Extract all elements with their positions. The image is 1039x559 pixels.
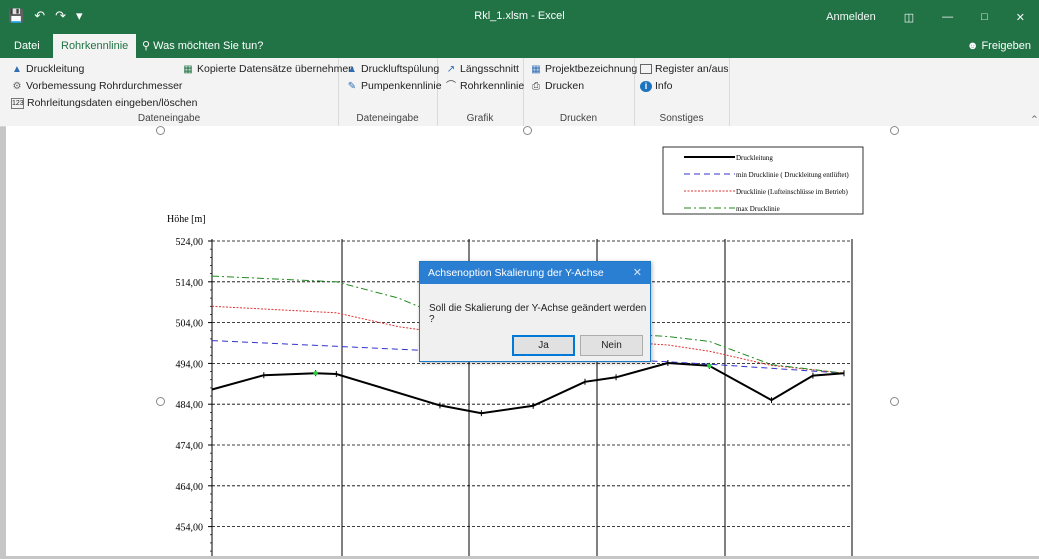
table-icon: ▦	[183, 63, 193, 75]
group-label-grafik: Grafik	[466, 113, 494, 124]
share-button[interactable]: ☻ Freigeben	[967, 34, 1031, 58]
yes-button[interactable]: Ja	[512, 335, 575, 356]
group-label-dateneingabe-2: Dateneingabe	[356, 113, 419, 124]
info-button[interactable]: i Info	[640, 80, 673, 92]
dialog-close-icon[interactable]: ✕	[633, 262, 642, 284]
legend-label: min Drucklinie ( Druckleitung entlüftet)	[736, 171, 849, 179]
y-tick-label: 504,00	[176, 319, 204, 330]
close-icon[interactable]: ✕	[1002, 11, 1039, 24]
druckluft-label: Druckluftspülung	[361, 63, 440, 75]
druckluftspuelung-button[interactable]: ▲ Druckluftspülung	[346, 63, 439, 75]
resize-handle-top-left[interactable]	[156, 126, 165, 135]
ribbon: ▲ Druckleitung ⚙ Vorbemessung Rohrdurchmes…	[0, 58, 1039, 127]
curve-icon: ⌒	[446, 80, 456, 92]
numbers-icon: 123	[11, 97, 24, 109]
line-chart-icon: ↗	[446, 63, 456, 75]
flask-icon: ▲	[347, 63, 357, 75]
projektbezeichnung-button[interactable]: ▦ Projektbezeichnung	[530, 63, 637, 75]
laengsschnitt-button[interactable]: ↗ Längsschnitt	[445, 63, 519, 75]
series-line	[211, 361, 845, 415]
title-bar: 💾 ↶ ↷ ▾ Rkl_1.xlsm - Excel Anmelden ◫ — …	[0, 0, 1039, 34]
group-drucken: ▦ Projektbezeichnung ⎙ Drucken Drucken	[523, 58, 637, 126]
kopierte-label: Kopierte Datensätze übernehmen	[197, 63, 355, 75]
tell-me-text: Was möchten Sie tun?	[153, 40, 264, 52]
group-label-drucken: Drucken	[559, 113, 598, 124]
y-tick-label: 474,00	[176, 441, 204, 452]
druckleitung-button[interactable]: ▲ Druckleitung	[11, 63, 84, 75]
group-dateneingabe-2: ▲ Druckluftspülung ✎ Pumpenkennlinie Daten…	[338, 58, 442, 126]
chart-legend: Druckleitung min Drucklinie ( Druckleitun…	[662, 146, 864, 215]
share-label: Freigeben	[981, 40, 1031, 52]
rohrkenn-label: Rohrkennlinie	[460, 80, 525, 92]
highlight-point	[313, 370, 318, 376]
y-axis-scaling-dialog: Achsenoption Skalierung der Y-Achse ✕ So…	[419, 261, 651, 362]
legend-label: max Drucklinie	[736, 205, 780, 213]
printer-icon: ⎙	[532, 80, 540, 92]
resize-handle-top-center[interactable]	[523, 126, 532, 135]
info-label: Info	[655, 80, 673, 92]
dialog-message: Soll die Skalierung der Y-Achse geändert…	[429, 303, 647, 325]
document-chart-icon: ▦	[531, 63, 541, 75]
highlight-point	[707, 363, 712, 369]
pumpenkennlinie-button[interactable]: ✎ Pumpenkennlinie	[346, 80, 442, 92]
group-label-dateneingabe-1: Dateneingabe	[137, 113, 201, 124]
legend-label: Drucklinie (Lufteinschlüsse im Betrieb)	[736, 188, 848, 196]
vorbemessung-label: Vorbemessung Rohrdurchmesser	[26, 80, 183, 92]
no-button[interactable]: Nein	[580, 335, 643, 356]
resize-handle-middle-right[interactable]	[890, 397, 899, 406]
pumpen-label: Pumpenkennlinie	[361, 80, 442, 92]
resize-handle-top-right[interactable]	[890, 126, 899, 135]
lightbulb-icon: ⚲	[142, 40, 151, 52]
tell-me-box[interactable]: ⚲ Was möchten Sie tun?	[142, 34, 263, 58]
mountain-icon: ▲	[12, 63, 22, 75]
resize-handle-middle-left[interactable]	[156, 397, 165, 406]
rohrdaten-label: Rohrleitungsdaten eingeben/löschen	[27, 97, 198, 109]
rohrkennlinie-button[interactable]: ⌒ Rohrkennlinie	[445, 80, 524, 92]
vorbemessung-button[interactable]: ⚙ Vorbemessung Rohrdurchmesser	[11, 80, 183, 92]
y-tick-label: 524,00	[176, 237, 204, 248]
y-tick-label: 494,00	[176, 359, 204, 370]
projekt-label: Projektbezeichnung	[545, 63, 638, 75]
collapse-ribbon-icon[interactable]: ⌃	[1030, 114, 1039, 126]
kopierte-datensaetze-button[interactable]: ▦ Kopierte Datensätze übernehmen	[182, 63, 354, 75]
y-tick-label: 514,00	[176, 278, 204, 289]
tab-datei[interactable]: Datei	[6, 34, 48, 58]
drucken-label: Drucken	[545, 80, 585, 92]
ribbon-tabs: Datei Rohrkennlinie ⚲ Was möchten Sie tu…	[0, 34, 1039, 58]
person-icon: ☻	[966, 40, 979, 52]
group-sonstiges: Register an/aus i Info Sonstiges	[634, 58, 730, 126]
dialog-title: Achsenoption Skalierung der Y-Achse	[428, 267, 604, 279]
register-label: Register an/aus	[655, 63, 729, 75]
sign-in-link[interactable]: Anmelden	[812, 11, 890, 23]
dialog-title-bar: Achsenoption Skalierung der Y-Achse ✕	[420, 262, 650, 284]
y-axis-ticks: 524,00 514,00 504,00 494,00 484,00 474,00 464,…	[176, 237, 204, 534]
y-axis-title: Höhe [m]	[167, 214, 206, 225]
ribbon-display-icon[interactable]: ◫	[890, 11, 928, 24]
laengs-label: Längsschnitt	[460, 63, 519, 75]
info-icon: i	[640, 80, 652, 92]
group-label-sonstiges: Sonstiges	[659, 113, 704, 124]
group-dateneingabe-1: ▲ Druckleitung ⚙ Vorbemessung Rohrdurchmes…	[0, 58, 354, 126]
chart-edit-icon: ✎	[347, 80, 357, 92]
gears-icon: ⚙	[12, 80, 22, 92]
window-controls: Anmelden ◫ — □ ✕	[812, 0, 1039, 34]
legend-label: Druckleitung	[736, 154, 773, 162]
drucken-button[interactable]: ⎙ Drucken	[530, 80, 584, 92]
y-tick-label: 454,00	[176, 523, 204, 534]
y-tick-label: 464,00	[176, 482, 204, 493]
minimize-icon[interactable]: —	[928, 11, 967, 23]
tab-rohrkennlinie[interactable]: Rohrkennlinie	[53, 34, 137, 58]
register-toggle-button[interactable]: Register an/aus	[640, 63, 729, 75]
group-grafik: ↗ Längsschnitt ⌒ Rohrkennlinie Grafik	[437, 58, 524, 126]
rohrdaten-button[interactable]: 123 Rohrleitungsdaten eingeben/löschen	[11, 97, 197, 109]
maximize-icon[interactable]: □	[967, 11, 1002, 23]
y-tick-label: 484,00	[176, 400, 204, 411]
window-icon	[640, 64, 652, 74]
druckleitung-label: Druckleitung	[26, 63, 85, 75]
